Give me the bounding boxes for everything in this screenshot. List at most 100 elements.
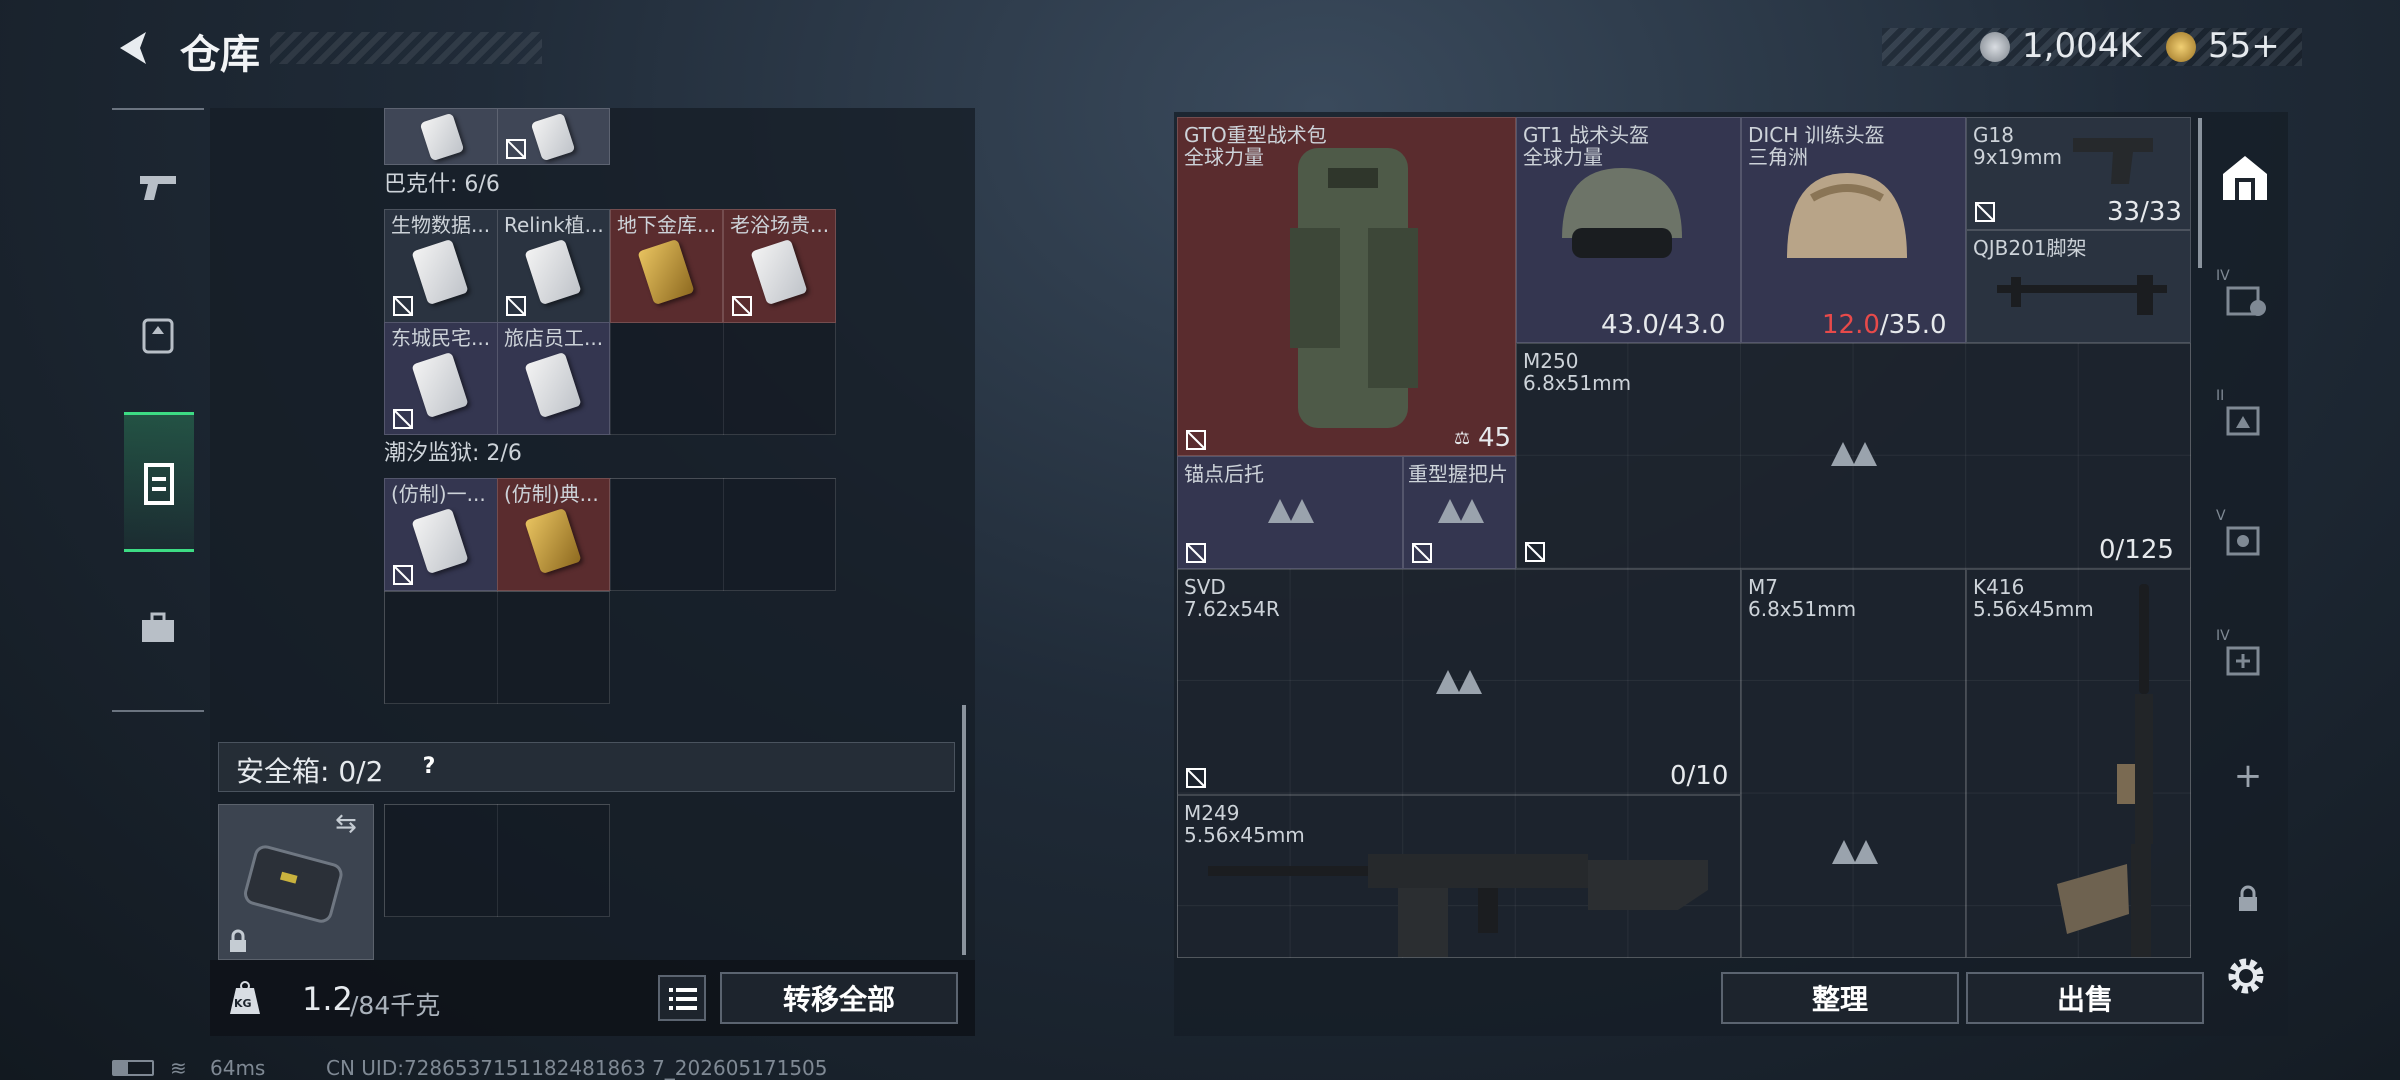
nav-backpack[interactable]	[136, 312, 180, 356]
item-replica-1[interactable]: (仿制)一...	[384, 478, 498, 591]
no-lock-icon	[1186, 543, 1206, 563]
tab-container-v[interactable]: V	[2214, 508, 2274, 562]
nav-toolbox[interactable]	[136, 608, 180, 648]
gear-icon	[2228, 958, 2264, 994]
item-old-bathhouse[interactable]: 老浴场贵...	[723, 209, 836, 323]
item-k416[interactable]: K416 5.56x45mm	[1966, 569, 2191, 958]
helmet-image	[1562, 168, 1682, 258]
item-gt1-helmet[interactable]: GT1 战术头盔 全球力量 43.0/43.0	[1516, 117, 1741, 343]
partial-item-2[interactable]	[497, 108, 610, 165]
item-gto-backpack[interactable]: GTO重型战术包 全球力量 ⚖ 45	[1177, 117, 1516, 456]
partial-item-1[interactable]	[384, 108, 498, 165]
sort-button[interactable]: 整理	[1721, 972, 1959, 1024]
sell-button[interactable]: 出售	[1966, 972, 2204, 1024]
item-relink[interactable]: Relink植...	[497, 209, 610, 323]
item-m249[interactable]: M249 5.56x45mm	[1177, 795, 1741, 958]
tab-container-ii[interactable]: II	[2214, 388, 2274, 442]
svd-ammo: 0/10	[1670, 761, 1729, 791]
kg-icon-text: KG	[234, 997, 252, 1010]
item-svd[interactable]: SVD 7.62x54R 0/10	[1177, 569, 1741, 795]
currency-gold[interactable]: 55+	[2208, 26, 2280, 66]
section1-label: 巴克什: 6/6	[384, 172, 500, 197]
tab-container-iv[interactable]: IV	[2214, 628, 2274, 682]
no-lock-icon	[506, 139, 526, 159]
stash-box-icon	[2226, 406, 2260, 436]
safebox-item[interactable]: ⇆	[218, 804, 374, 960]
item-underground-vault[interactable]: 地下金库...	[610, 209, 723, 323]
nav-vest-active[interactable]	[124, 412, 194, 552]
item-east-residence[interactable]: 东城民宅...	[384, 322, 498, 435]
safebox-grid	[384, 804, 610, 917]
helmet2-durability-current: 12.0	[1822, 310, 1880, 340]
item-heavy-grip[interactable]: 重型握把片	[1403, 456, 1516, 569]
list-view-button[interactable]	[658, 975, 706, 1021]
currency-silver: 1,004K	[2022, 26, 2142, 66]
no-lock-icon	[393, 565, 413, 585]
no-lock-icon	[393, 296, 413, 316]
item-qjb201-bipod[interactable]: QJB201脚架	[1966, 230, 2191, 343]
safebox-label: 安全箱: 0/2	[236, 755, 384, 788]
backpack-count: 45	[1478, 423, 1512, 453]
no-lock-icon	[393, 409, 413, 429]
uid-text: CN UID:7286537151182481863 7_20260517150…	[326, 1056, 828, 1080]
left-scrollbar[interactable]	[962, 705, 966, 955]
transfer-all-button[interactable]: 转移全部	[720, 972, 958, 1024]
weight-current: 1.2	[302, 980, 353, 1018]
right-scrollbar[interactable]	[2198, 118, 2202, 268]
item-bio-data[interactable]: 生物数据...	[384, 209, 498, 323]
toolbox-icon	[142, 612, 174, 642]
safebox-help-button[interactable]: ?	[414, 752, 444, 782]
page-title: 仓库	[180, 32, 260, 78]
tab-container-i[interactable]: IV	[2214, 268, 2274, 322]
placeholder-icon	[1436, 670, 1482, 694]
pistol-icon	[140, 176, 176, 200]
item-hotel-staff[interactable]: 旅店员工...	[497, 322, 610, 435]
lmg-image	[1208, 854, 1708, 957]
item-g18[interactable]: G18 9x19mm 33/33	[1966, 117, 2191, 230]
item-replica-2[interactable]: (仿制)典...	[497, 478, 610, 591]
stash-box-icon	[2226, 286, 2266, 316]
stash-lock-button[interactable]	[2234, 884, 2262, 914]
item-m250[interactable]: M250 6.8x51mm 0/125	[1516, 343, 2191, 569]
swap-icon[interactable]: ⇆	[335, 809, 357, 839]
title-stripe	[270, 32, 542, 64]
item-dich-helmet[interactable]: DICH 训练头盔 三角洲 12.0/35.0	[1741, 117, 1966, 343]
warehouse-icon	[2223, 156, 2267, 200]
stash-box-icon	[2226, 526, 2260, 556]
placeholder-icon	[1438, 499, 1484, 523]
weight-max: /84千克	[350, 991, 441, 1020]
stash-box-icon	[2226, 646, 2260, 676]
placeholder-icon	[1831, 442, 1877, 466]
section2-grid-lower	[384, 591, 610, 704]
backpack-icon	[142, 318, 174, 354]
helmet1-durability: 43.0/43.0	[1601, 310, 1726, 340]
ping-text: 64ms	[210, 1056, 266, 1080]
no-lock-icon	[1186, 768, 1206, 788]
back-button[interactable]	[112, 26, 156, 70]
placeholder-icon	[1832, 840, 1878, 864]
no-lock-icon	[1975, 202, 1995, 222]
no-lock-icon	[1525, 542, 1545, 562]
item-m7[interactable]: M7 6.8x51mm	[1741, 569, 1966, 958]
placeholder-icon	[1268, 499, 1314, 523]
backpack-image	[1290, 148, 1418, 428]
no-lock-icon	[506, 296, 526, 316]
lock-icon	[230, 929, 246, 952]
add-stash-button[interactable]: +	[2228, 756, 2268, 796]
battery-icon	[112, 1060, 154, 1076]
nav-pistol[interactable]	[134, 168, 182, 208]
settings-button[interactable]	[2224, 954, 2268, 998]
no-lock-icon	[1412, 543, 1432, 563]
item-anchor-stock[interactable]: 锚点后托	[1177, 456, 1403, 569]
safebox-case-icon	[243, 845, 343, 923]
weight-icon: ⚖	[1454, 428, 1471, 449]
pistol-image	[2073, 138, 2153, 184]
wifi-icon: ≋	[170, 1056, 187, 1080]
g18-ammo: 33/33	[2107, 197, 2182, 227]
tab-warehouse-active[interactable]	[2210, 138, 2280, 218]
section2-label: 潮汐监狱: 2/6	[384, 441, 522, 466]
list-icon	[669, 988, 697, 1010]
lock-icon	[2239, 885, 2257, 911]
helmet2-durability-max: /35.0	[1879, 310, 1947, 340]
no-lock-icon	[1186, 430, 1206, 450]
